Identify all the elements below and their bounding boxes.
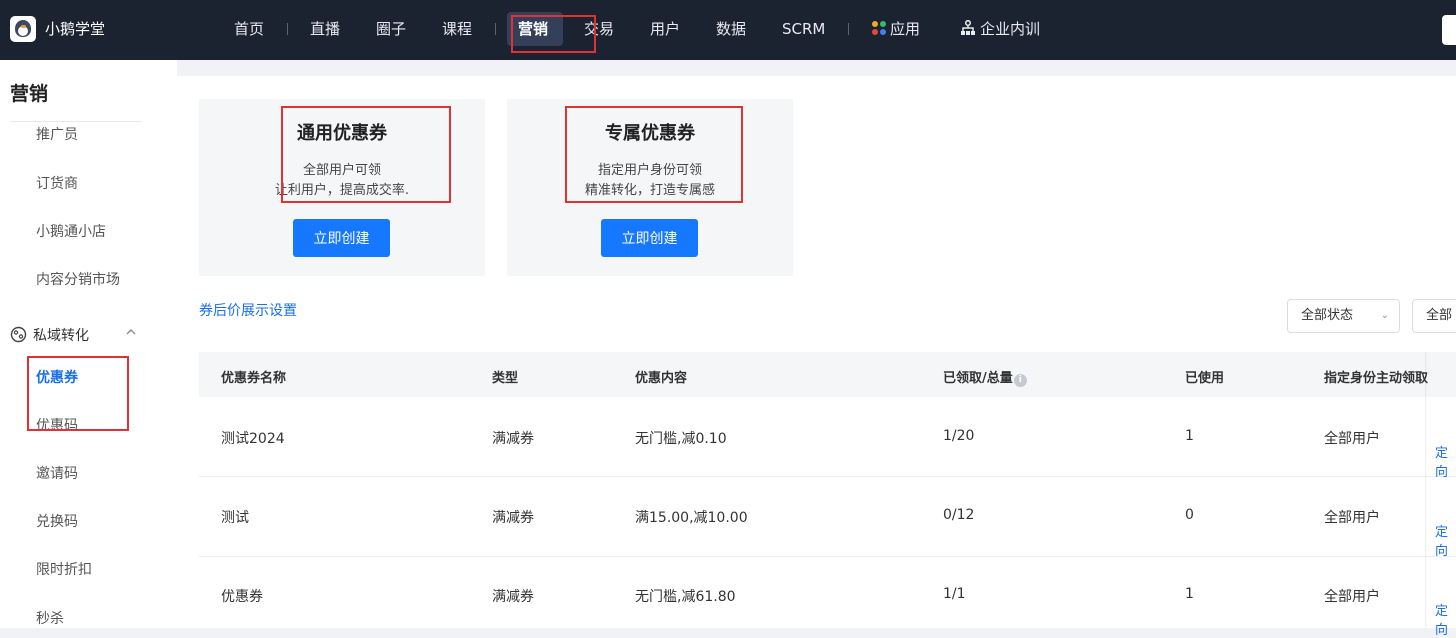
highlight-box <box>27 356 129 431</box>
cell-discount-content: 无门槛,减0.10 <box>635 431 727 447</box>
cell-claimed-total: 0/12 <box>943 507 975 523</box>
nav-item-course[interactable]: 课程 <box>442 18 472 40</box>
info-icon[interactable]: i <box>1013 374 1027 387</box>
create-exclusive-coupon-button[interactable]: 立即创建 <box>601 219 698 257</box>
column-header-claimed-total: 已领取/总量 i <box>943 367 1027 387</box>
row-action-link[interactable]: 定向 <box>1435 442 1456 480</box>
top-nav-bar: 小鹅学堂 首页 直播 圈子 课程 营销 交易 用户 数据 SCRM 应用 企业内… <box>0 0 1456 60</box>
sidebar-group-private-domain[interactable]: 私域转化 <box>10 325 89 345</box>
nav-item-apps[interactable]: 应用 <box>872 18 920 40</box>
private-domain-icon <box>10 326 27 343</box>
cell-used: 1 <box>1185 428 1194 444</box>
nav-item-users[interactable]: 用户 <box>650 18 680 40</box>
cell-type: 满减券 <box>492 431 534 447</box>
brand-name: 小鹅学堂 <box>45 20 106 38</box>
org-chart-icon <box>960 19 976 36</box>
sidebar-item-content-market[interactable]: 内容分销市场 <box>36 269 120 289</box>
sidebar-item-flash-discount[interactable]: 限时折扣 <box>36 559 92 579</box>
column-header-name: 优惠券名称 <box>221 371 287 386</box>
cell-used: 1 <box>1185 586 1194 602</box>
cell-type: 满减券 <box>492 589 534 605</box>
column-header-content: 优惠内容 <box>635 371 688 386</box>
cell-claimed-total: 1/20 <box>943 428 975 444</box>
nav-item-data[interactable]: 数据 <box>716 18 746 40</box>
second-filter-select[interactable]: 全部 <box>1412 299 1456 333</box>
cell-used: 0 <box>1185 507 1194 523</box>
nav-divider <box>495 23 496 35</box>
cell-identity: 全部用户 <box>1324 431 1380 447</box>
column-header-type: 类型 <box>492 371 519 386</box>
column-header-claimed-total-label: 已领取/总量 <box>943 371 1013 386</box>
table-row: 测试 满减券 满15.00,减10.00 0/12 0 全部用户 <box>199 477 1456 557</box>
cell-coupon-name: 优惠券 <box>221 589 263 605</box>
row-action-link[interactable]: 定向 <box>1435 600 1456 638</box>
cell-claimed-total: 1/1 <box>943 586 966 602</box>
table-row: 优惠券 满减券 无门槛,减61.80 1/1 1 全部用户 <box>199 556 1456 635</box>
chevron-down-icon: ⌄ <box>1380 310 1389 321</box>
sidebar-item-redeem-code[interactable]: 兑换码 <box>36 511 78 531</box>
logo[interactable] <box>10 16 36 42</box>
sidebar-item-promoter[interactable]: 推广员 <box>36 124 78 144</box>
row-action-link[interactable]: 定向 <box>1435 521 1456 559</box>
cell-type: 满减券 <box>492 510 534 526</box>
nav-item-apps-label: 应用 <box>890 20 921 38</box>
table-row: 测试2024 满减券 无门槛,减0.10 1/20 1 全部用户 <box>199 397 1456 477</box>
create-general-coupon-button[interactable]: 立即创建 <box>293 219 390 257</box>
sidebar-item-invite-code[interactable]: 邀请码 <box>36 463 78 483</box>
table-header: 优惠券名称 类型 优惠内容 已领取/总量 i 已使用 指定身份主动领取 <box>199 352 1456 397</box>
sidebar-item-seckill[interactable]: 秒杀 <box>36 608 64 628</box>
nav-divider <box>848 23 849 35</box>
chevron-up-icon[interactable] <box>125 326 137 338</box>
sidebar-item-shop[interactable]: 小鹅通小店 <box>36 221 106 241</box>
sidebar-title: 营销 <box>10 83 49 105</box>
nav-item-scrm[interactable]: SCRM <box>782 18 825 40</box>
status-filter-select[interactable]: 全部状态 ⌄ <box>1287 299 1400 333</box>
sidebar-group-label: 私域转化 <box>33 328 89 344</box>
cell-discount-content: 无门槛,减61.80 <box>635 589 736 605</box>
nav-item-live[interactable]: 直播 <box>310 18 340 40</box>
cell-identity: 全部用户 <box>1324 510 1380 526</box>
sidebar: 营销 推广员 订货商 小鹅通小店 内容分销市场 私域转化 优惠券 优惠码 邀请码… <box>0 60 177 628</box>
sidebar-item-distributor[interactable]: 订货商 <box>36 173 78 193</box>
highlight-box <box>281 106 451 203</box>
nav-item-circle[interactable]: 圈子 <box>376 18 406 40</box>
status-filter-value: 全部状态 <box>1301 308 1354 323</box>
fixed-column-shadow <box>1425 352 1427 628</box>
price-display-setting-link[interactable]: 券后价展示设置 <box>199 300 297 320</box>
highlight-box <box>565 106 743 203</box>
cell-discount-content: 满15.00,减10.00 <box>635 510 748 526</box>
nav-item-home[interactable]: 首页 <box>234 18 264 40</box>
cell-coupon-name: 测试 <box>221 510 249 526</box>
apps-icon <box>872 21 886 35</box>
header-action-button[interactable] <box>1442 15 1456 45</box>
cell-coupon-name: 测试2024 <box>221 431 285 447</box>
highlight-box <box>511 15 596 53</box>
second-filter-value: 全部 <box>1426 308 1453 323</box>
column-header-used: 已使用 <box>1185 371 1225 386</box>
column-header-identity-claim: 指定身份主动领取 <box>1324 371 1429 386</box>
cell-identity: 全部用户 <box>1324 589 1380 605</box>
nav-item-enterprise-training[interactable]: 企业内训 <box>960 18 1040 40</box>
nav-divider <box>287 23 288 35</box>
nav-item-enterprise-training-label: 企业内训 <box>980 20 1041 38</box>
sidebar-divider <box>10 121 142 122</box>
